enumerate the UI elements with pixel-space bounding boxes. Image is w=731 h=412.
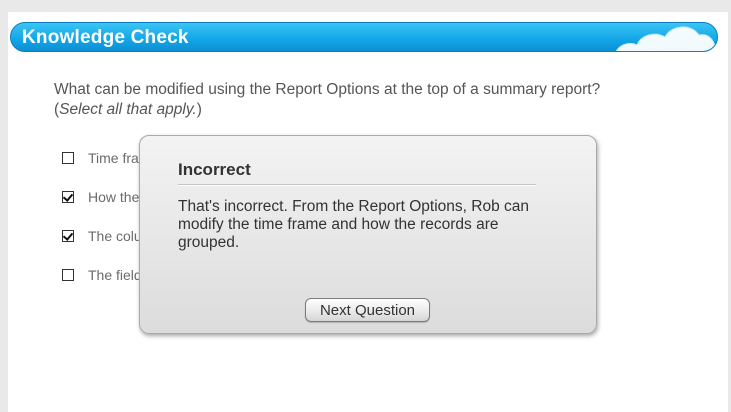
header-bar: Knowledge Check [10, 22, 718, 52]
option-1-checkbox[interactable] [62, 152, 74, 164]
question-instruction: (Select all that apply.) [54, 100, 674, 120]
lesson-slide: Knowledge Check What can be modified usi… [8, 12, 728, 412]
option-4-checkbox[interactable] [62, 269, 74, 281]
instruction-close-paren: ) [196, 101, 202, 118]
feedback-divider [178, 184, 536, 186]
next-question-button[interactable]: Next Question [305, 298, 430, 322]
option-3-checkbox[interactable] [62, 230, 74, 242]
question-text: What can be modified using the Report Op… [54, 80, 674, 120]
cloud-icon [615, 26, 716, 51]
instruction-text: Select all that apply. [59, 101, 197, 118]
question-prompt: What can be modified using the Report Op… [54, 81, 601, 98]
feedback-message: That's incorrect. From the Report Option… [178, 198, 529, 251]
feedback-dialog: Incorrect That's incorrect. From the Rep… [139, 135, 597, 334]
feedback-title: Incorrect [178, 160, 251, 179]
page-title: Knowledge Check [22, 27, 189, 48]
option-2-checkbox[interactable] [62, 191, 74, 203]
